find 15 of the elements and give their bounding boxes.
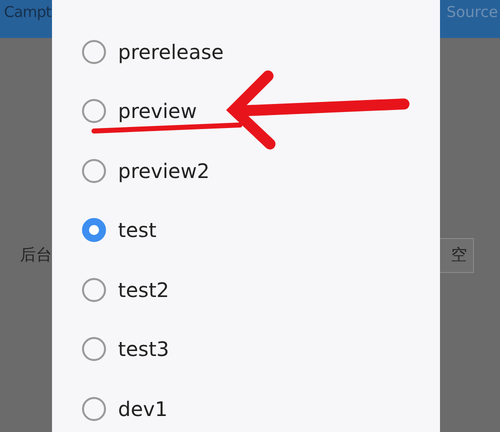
radio-button[interactable]	[82, 396, 106, 421]
option-label[interactable]: preview	[118, 99, 197, 124]
option-label[interactable]: prerelease	[118, 40, 224, 64]
radio-button[interactable]	[82, 99, 106, 124]
radio-button[interactable]	[82, 218, 106, 242]
option-label[interactable]: test3	[118, 337, 170, 362]
option-label[interactable]: dev1	[118, 396, 168, 421]
radio-button[interactable]	[82, 40, 106, 64]
option-label[interactable]: preview2	[118, 158, 210, 183]
option-label[interactable]: test	[118, 218, 156, 242]
row-label: 后台	[20, 245, 52, 266]
radio-button[interactable]	[82, 158, 106, 183]
option-label[interactable]: test2	[118, 278, 170, 302]
radio-button[interactable]	[82, 337, 106, 362]
radio-button[interactable]	[82, 278, 106, 302]
